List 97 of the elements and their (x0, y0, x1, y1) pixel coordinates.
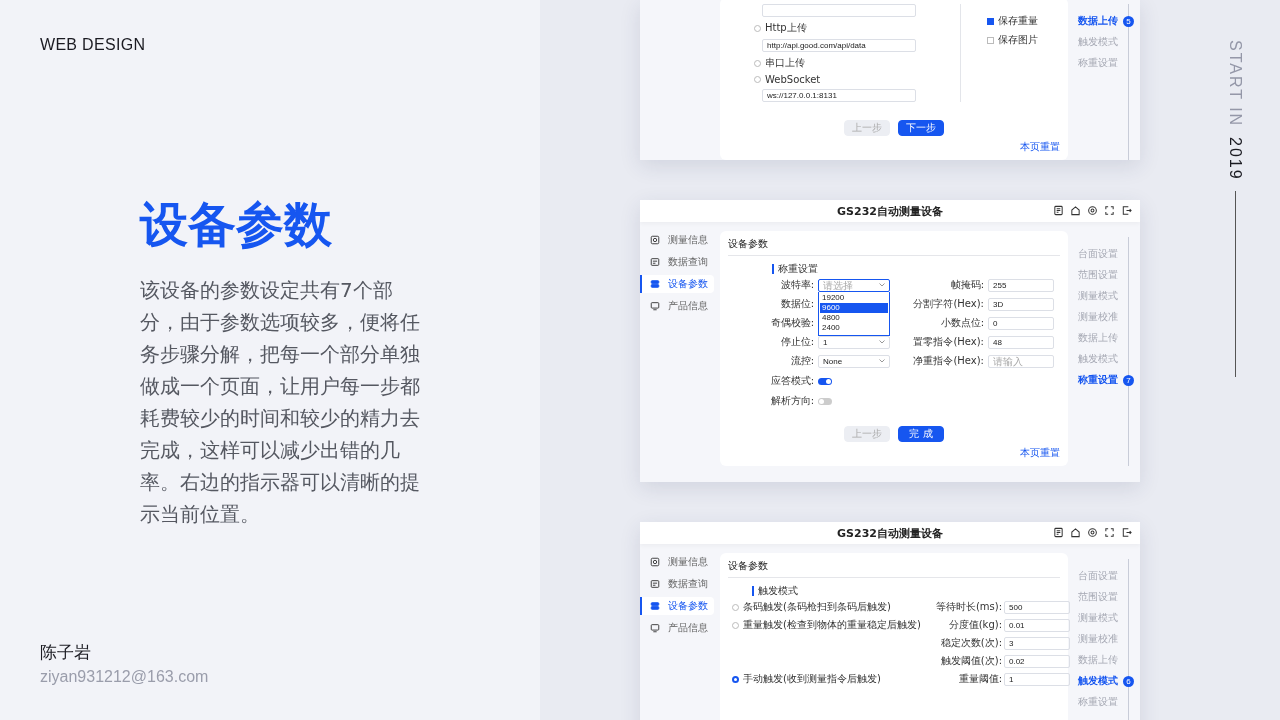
input-field[interactable]: 0.01 (1004, 618, 1070, 632)
step-number: 6 (1123, 675, 1134, 687)
toggle-switch[interactable] (818, 377, 832, 385)
step-number: 5 (1123, 15, 1134, 27)
caption-text: START IN (1226, 40, 1244, 128)
description: 该设备的参数设定共有7个部分，由于参数选项较多，便将任务步骤分解，把每一个部分单独做成一个页面，让用户每一步都耗费较少的时间和较少的精力去完成，这样可以减少出错的几率。右边的指示器可以清晰的提示当前位置。 (140, 277, 421, 528)
radio-option[interactable]: 重量触发(检查到物体的重量稳定后触发) (732, 618, 928, 632)
dropdown-option[interactable]: 4800 (820, 312, 888, 323)
app-title: GS232自动测量设备 (837, 525, 943, 541)
input-field[interactable] (762, 4, 916, 17)
reset-link[interactable]: 本页重置 (1020, 140, 1060, 154)
fullscreen-icon[interactable] (1104, 527, 1115, 538)
radio-option[interactable]: 手动触发(收到测量指令后触发) (732, 672, 928, 686)
input-field[interactable]: 0.02 (1004, 654, 1070, 668)
checkbox-option[interactable]: 保存重量 (987, 14, 1038, 28)
nav-item[interactable]: 产品信息 (640, 619, 714, 637)
dropdown-option[interactable]: 9600 (820, 302, 888, 313)
home-icon[interactable] (1070, 205, 1081, 216)
nav-item[interactable]: 测量信息 (640, 553, 714, 571)
page-title: 设备参数 (140, 196, 332, 252)
input-field[interactable]: 255 (988, 278, 1054, 292)
reset-link[interactable]: 本页重置 (1020, 446, 1060, 460)
home-icon[interactable] (1070, 527, 1081, 538)
field-label: 重量阈值: (957, 672, 1002, 686)
input-field[interactable]: 1 (1004, 672, 1070, 686)
field-label: 解析方向: (769, 394, 814, 408)
step-number: 7 (1123, 374, 1134, 386)
nav-item[interactable]: 测量信息 (640, 231, 714, 249)
screen-icon (650, 623, 660, 633)
nav-item[interactable]: 设备参数 (640, 275, 714, 293)
camera-icon (650, 557, 660, 567)
field-label: 分割字符(Hex): (912, 297, 984, 311)
card-title: 设备参数 (728, 237, 1060, 256)
caret-icon (879, 340, 885, 344)
input-field[interactable]: 48 (988, 335, 1054, 349)
section-title: 触发模式 (752, 586, 798, 596)
field-label: 净重指令(Hex): (912, 354, 984, 368)
caption-year: 2019 (1226, 137, 1244, 181)
author-email: ziyan931212@163.com (40, 668, 209, 686)
server-icon (650, 601, 660, 611)
exit-icon[interactable] (1121, 527, 1132, 538)
nav-item[interactable]: 数据查询 (640, 253, 714, 271)
nav-item[interactable]: 设备参数 (640, 597, 714, 615)
target-icon[interactable] (1087, 527, 1098, 538)
toggle-switch[interactable] (818, 397, 832, 405)
select-field[interactable]: None (818, 354, 890, 368)
field-label: 数据位: (779, 297, 814, 311)
field-label: 波特率: (779, 278, 814, 292)
field-label: 置零指令(Hex): (912, 335, 984, 349)
field-label: 稳定次数(次): (939, 636, 1002, 650)
select-field[interactable]: 1 (818, 335, 890, 349)
field-label: 帧掩码: (949, 278, 984, 292)
next-button[interactable]: 完 成 (898, 426, 944, 442)
dropdown-option[interactable]: 19200 (820, 292, 888, 303)
card-title: 设备参数 (728, 559, 1060, 578)
field-label: 奇偶校验: (769, 316, 814, 330)
next-button[interactable]: 下一步 (898, 120, 944, 136)
field-label: 分度值(kg): (947, 618, 1002, 632)
exit-icon[interactable] (1121, 205, 1132, 216)
field-label: 流控: (789, 354, 814, 368)
dropdown-option[interactable]: 2400 (820, 322, 888, 333)
document-icon[interactable] (1053, 527, 1064, 538)
step-item[interactable]: 称重设置 7 (1078, 373, 1134, 387)
field-label: 应答模式: (769, 374, 814, 388)
input-field[interactable]: http://api.good.com/api/data (762, 39, 916, 52)
app-title: GS232自动测量设备 (837, 203, 943, 219)
section-title: 称重设置 (772, 264, 818, 274)
author-name: 陈子岩 (40, 641, 91, 664)
fullscreen-icon[interactable] (1104, 205, 1115, 216)
radio-option[interactable]: 串口上传 (754, 56, 954, 70)
input-field[interactable]: 3D (988, 297, 1054, 311)
input-field[interactable]: 3 (1004, 636, 1070, 650)
monitor-icon (650, 257, 660, 267)
caret-icon (879, 359, 885, 363)
input-field[interactable]: 0 (988, 316, 1054, 330)
field-label: 小数点位: (939, 316, 984, 330)
checkbox-option[interactable]: 保存图片 (987, 33, 1038, 47)
step-item[interactable]: 触发模式 6 (1078, 674, 1134, 688)
radio-option[interactable]: Http上传 (754, 21, 954, 35)
camera-icon (650, 235, 660, 245)
input-field[interactable]: 500 (1004, 600, 1070, 614)
step-item[interactable]: 数据上传 5 (1078, 14, 1134, 28)
monitor-icon (650, 579, 660, 589)
caret-icon (879, 283, 885, 287)
screen-icon (650, 301, 660, 311)
field-label: 触发阈值(次): (939, 654, 1002, 668)
input-field[interactable]: ws://127.0.0.1:8131 (762, 89, 916, 102)
document-icon[interactable] (1053, 205, 1064, 216)
field-label: 等待时长(ms): (934, 600, 1002, 614)
radio-option[interactable]: WebSocket (754, 74, 954, 85)
radio-option[interactable]: 条码触发(条码枪扫到条码后触发) (732, 600, 928, 614)
nav-item[interactable]: 数据查询 (640, 575, 714, 593)
field-label: 停止位: (779, 335, 814, 349)
server-icon (650, 279, 660, 289)
section-label: WEB DESIGN (40, 36, 146, 54)
target-icon[interactable] (1087, 205, 1098, 216)
nav-item[interactable]: 产品信息 (640, 297, 714, 315)
